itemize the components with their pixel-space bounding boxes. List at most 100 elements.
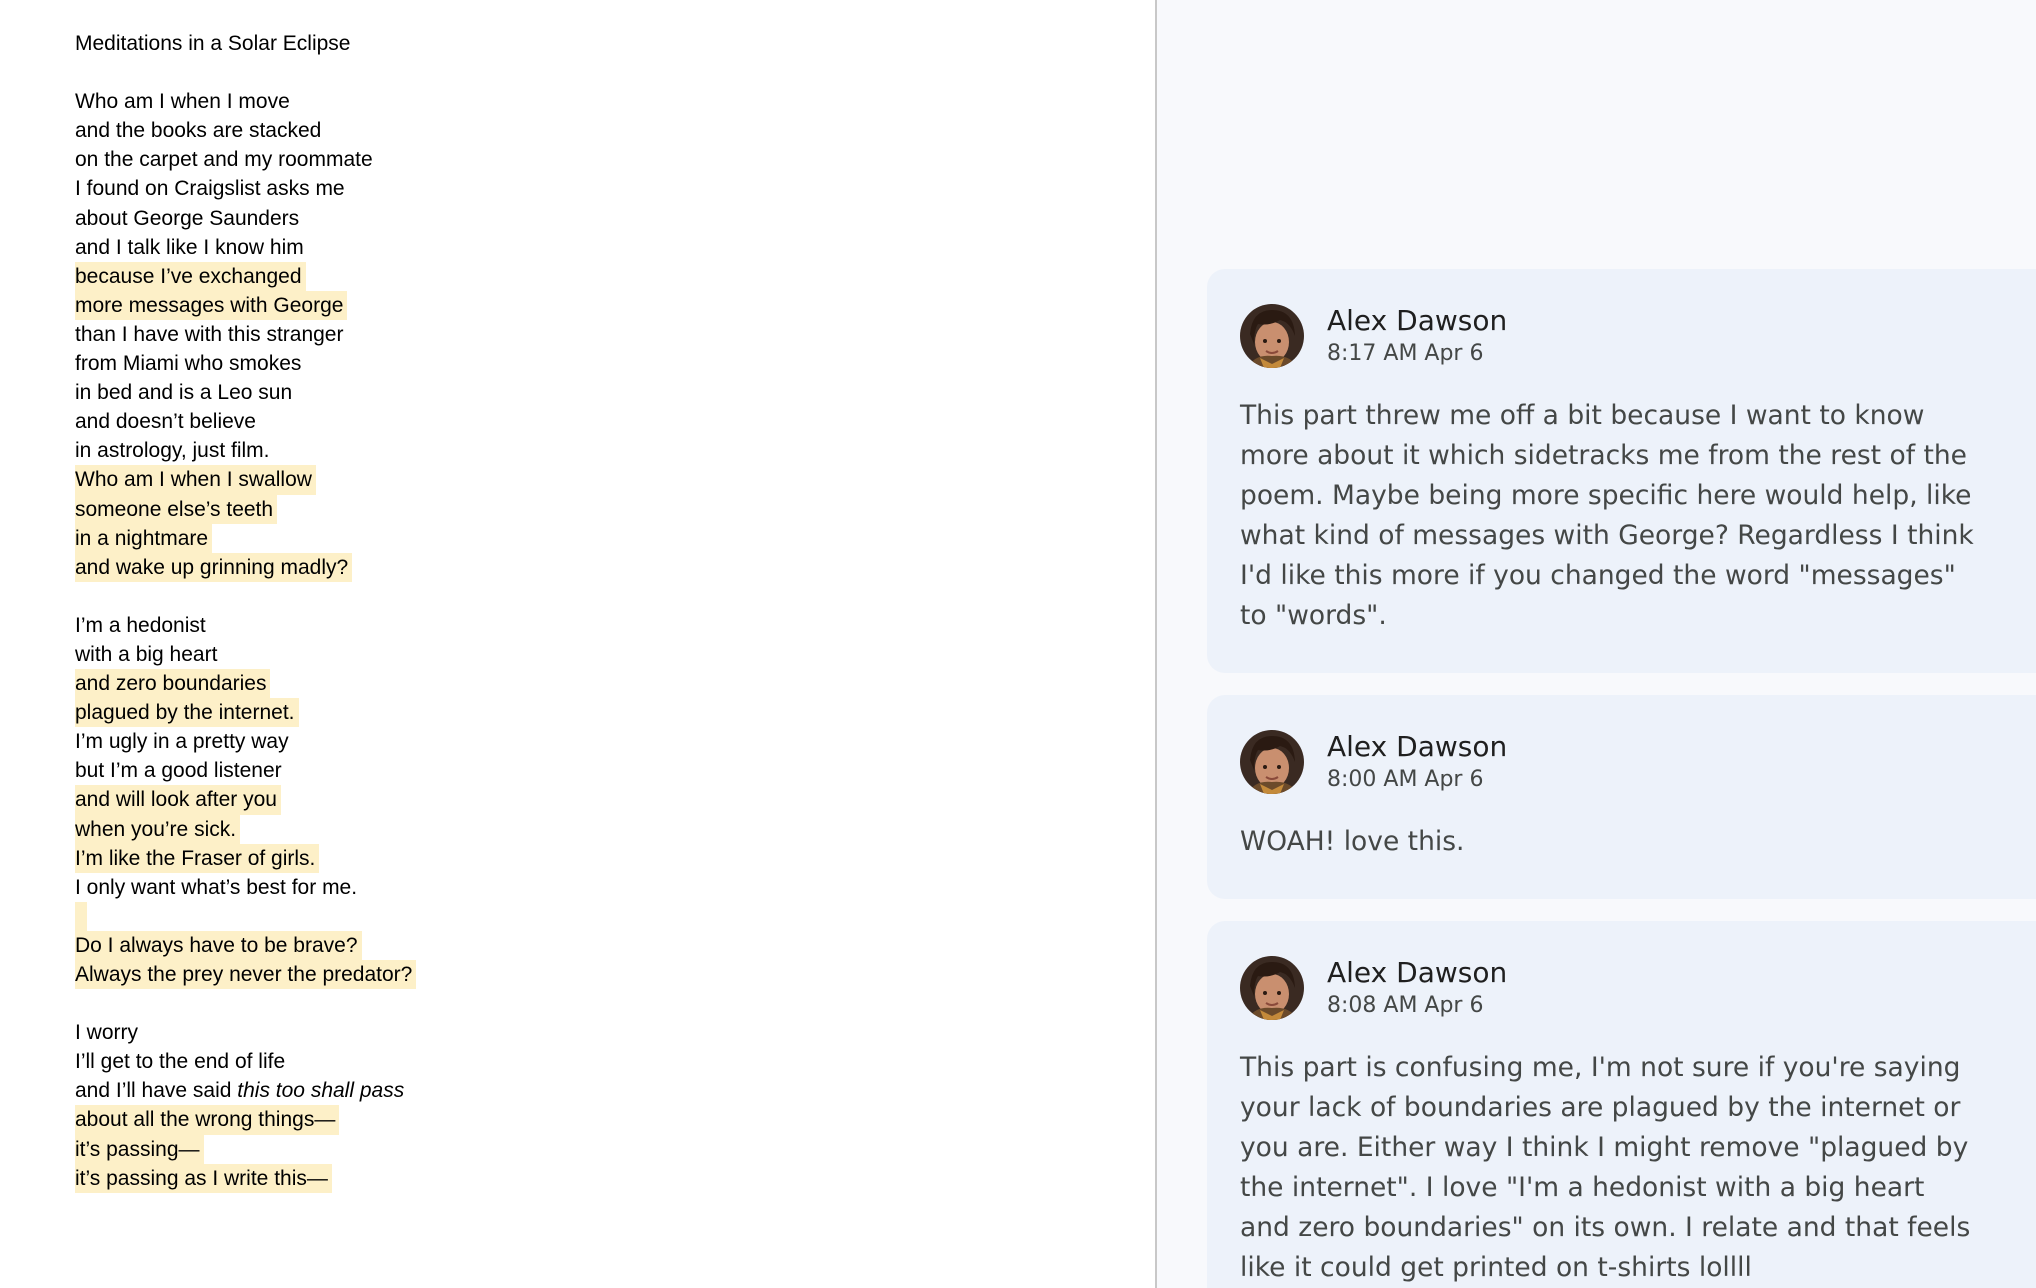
avatar (1240, 304, 1304, 368)
poem-line[interactable]: I worry (75, 1018, 975, 1047)
poem-line-text: I only want what’s best for me. (75, 875, 358, 899)
comment-text: WOAH! love this. (1240, 826, 1465, 857)
highlighted-poem-line[interactable] (75, 901, 975, 931)
document-page: Meditations in a Solar Eclipse Who am I … (0, 0, 1155, 1288)
poem-line-text: on the carpet and my roommate (75, 148, 373, 172)
poem-line-text: it’s passing— (75, 1134, 204, 1164)
poem-line-text: Who am I when I swallow (75, 465, 316, 495)
poem-line[interactable]: I’ll get to the end of life (75, 1047, 975, 1076)
poem-line-text: and zero boundaries (75, 669, 271, 699)
poem-line[interactable]: and the books are stacked (75, 116, 975, 145)
poem-line-text: and will look after you (75, 785, 281, 815)
poem-line[interactable]: but I’m a good listener (75, 756, 975, 785)
poem-line-text: and the books are stacked (75, 119, 322, 143)
poem-line[interactable]: and doesn’t believe (75, 407, 975, 436)
poem-line-text: Always the prey never the predator? (75, 960, 417, 990)
avatar (1240, 956, 1304, 1020)
highlighted-poem-line[interactable]: Who am I when I swallow (75, 465, 975, 495)
poem-line-text: about George Saunders (75, 206, 300, 230)
poem-line[interactable]: I’m ugly in a pretty way (75, 727, 975, 756)
poem-line-text: someone else’s teeth (75, 494, 278, 524)
comment-timestamp: 8:00 AM Apr 6 (1327, 767, 1484, 792)
highlighted-poem-line[interactable]: and zero boundaries (75, 669, 975, 699)
comment-text: This part threw me off a bit because I w… (1240, 400, 1974, 631)
poem-line[interactable]: and I talk like I know him (75, 233, 975, 262)
poem-line[interactable] (75, 989, 975, 1018)
poem-line[interactable]: from Miami who smokes (75, 349, 975, 378)
poem-line-text: but I’m a good listener (75, 759, 282, 783)
poem-line-text (75, 901, 87, 931)
poem-line-text: in astrology, just film. (75, 439, 270, 463)
poem-line-text: and wake up grinning madly? (75, 552, 353, 582)
poem-line[interactable]: on the carpet and my roommate (75, 145, 975, 174)
poem-line-text: more messages with George (75, 290, 348, 320)
poem-title-text: Meditations in a Solar Eclipse (75, 32, 351, 55)
highlighted-poem-line[interactable]: Do I always have to be brave? (75, 930, 975, 960)
highlighted-poem-line[interactable]: because I’ve exchanged (75, 261, 975, 291)
poem-line-text (75, 582, 85, 611)
avatar-photo-icon (1240, 956, 1304, 1020)
avatar (1240, 730, 1304, 794)
poem-line[interactable] (75, 582, 975, 611)
poem-title[interactable]: Meditations in a Solar Eclipse (75, 29, 975, 58)
comment-timestamp: 8:17 AM Apr 6 (1327, 341, 1484, 366)
comment-card[interactable]: Alex Dawson 8:00 AM Apr 6 WOAH! love thi… (1207, 695, 2036, 899)
poem-line-text: plagued by the internet. (75, 698, 299, 728)
highlighted-poem-line[interactable]: someone else’s teeth (75, 494, 975, 524)
comment-author: Alex Dawson (1327, 730, 1508, 763)
poem-line-text: I’m like the Fraser of girls. (75, 843, 320, 873)
poem-line[interactable]: I only want what’s best for me. (75, 873, 975, 902)
poem-line-text: when you’re sick. (75, 814, 241, 844)
poem-line-text: because I’ve exchanged (75, 261, 306, 291)
poem-line[interactable]: Who am I when I move (75, 87, 975, 116)
poem-line[interactable]: in astrology, just film. (75, 436, 975, 465)
poem-line-text: in bed and is a Leo sun (75, 381, 293, 405)
poem-lines: Who am I when I move and the books are st… (75, 87, 975, 1193)
poem-line-text: I found on Craigslist asks me (75, 177, 345, 201)
highlighted-poem-line[interactable]: about all the wrong things— (75, 1105, 975, 1135)
poem-line-text: I’ll get to the end of life (75, 1050, 286, 1074)
highlighted-poem-line[interactable]: when you’re sick. (75, 814, 975, 844)
poem-line[interactable]: and I’ll have said this too shall pass (75, 1076, 975, 1105)
poem-line-text: Who am I when I move (75, 90, 290, 114)
poem-line-text: from Miami who smokes (75, 352, 302, 376)
poem-line-text: I’m a hedonist (75, 613, 206, 637)
comment-text: This part is confusing me, I'm not sure … (1240, 1052, 1971, 1283)
poem-line-text: I worry (75, 1021, 138, 1045)
poem-line-text: I’m ugly in a pretty way (75, 730, 289, 754)
highlighted-poem-line[interactable]: in a nightmare (75, 523, 975, 553)
poem-line-text: in a nightmare (75, 523, 213, 553)
highlighted-poem-line[interactable]: plagued by the internet. (75, 698, 975, 728)
comment-author: Alex Dawson (1327, 956, 1508, 989)
comments-sidebar: Alex Dawson 8:17 AM Apr 6 This part thre… (1157, 0, 2036, 1288)
poem-line[interactable]: about George Saunders (75, 204, 975, 233)
italic-phrase: this too shall pass (237, 1079, 405, 1103)
poem-line-text: and doesn’t believe (75, 410, 256, 434)
comment-author: Alex Dawson (1327, 304, 1508, 337)
poem-line[interactable]: with a big heart (75, 640, 975, 669)
poem-line-text: Do I always have to be brave? (75, 930, 362, 960)
poem-line-text: about all the wrong things— (75, 1105, 340, 1135)
highlighted-poem-line[interactable]: it’s passing as I write this— (75, 1163, 975, 1193)
poem-line-text: and I’ll have said (75, 1079, 238, 1103)
poem-body: Meditations in a Solar Eclipse Who am I … (75, 29, 975, 1193)
highlighted-poem-line[interactable]: and will look after you (75, 785, 975, 815)
highlighted-poem-line[interactable]: I’m like the Fraser of girls. (75, 843, 975, 873)
poem-line-text: with a big heart (75, 642, 218, 666)
highlighted-poem-line[interactable]: Always the prey never the predator? (75, 960, 975, 990)
highlighted-poem-line[interactable]: it’s passing— (75, 1134, 975, 1164)
poem-line[interactable]: I found on Craigslist asks me (75, 174, 975, 203)
avatar-photo-icon (1240, 730, 1304, 794)
avatar-photo-icon (1240, 304, 1304, 368)
poem-line-text: than I have with this stranger (75, 322, 344, 346)
poem-line[interactable]: in bed and is a Leo sun (75, 378, 975, 407)
poem-line[interactable]: I’m a hedonist (75, 611, 975, 640)
poem-line[interactable]: than I have with this stranger (75, 320, 975, 349)
highlighted-poem-line[interactable]: more messages with George (75, 290, 975, 320)
comment-card[interactable]: Alex Dawson 8:08 AM Apr 6 This part is c… (1207, 921, 2036, 1288)
poem-line-text (75, 989, 85, 1018)
comment-card[interactable]: Alex Dawson 8:17 AM Apr 6 This part thre… (1207, 269, 2036, 673)
comment-timestamp: 8:08 AM Apr 6 (1327, 993, 1484, 1018)
highlighted-poem-line[interactable]: and wake up grinning madly? (75, 552, 975, 582)
